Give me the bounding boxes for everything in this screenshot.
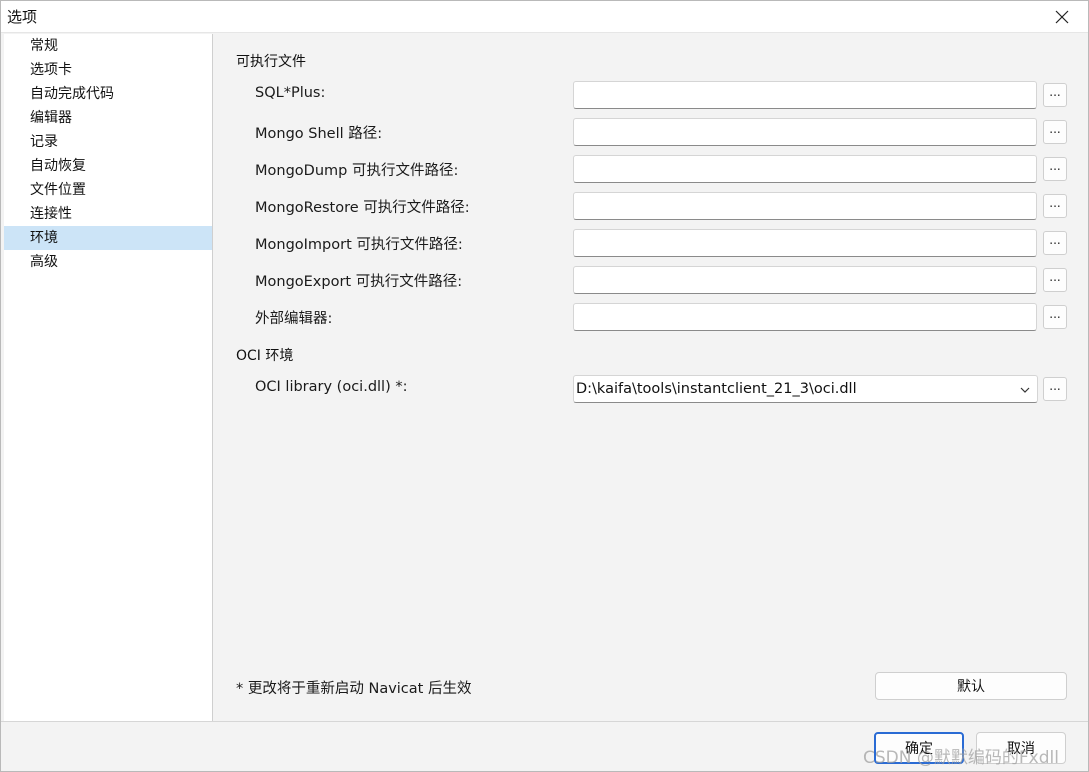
mongo-shell-browse-button[interactable]: ... [1043, 120, 1067, 144]
sqlplus-label: SQL*Plus: [255, 85, 326, 101]
mongoimport-label: MongoImport 可执行文件路径: [255, 237, 463, 253]
mongo-shell-path-input[interactable] [573, 118, 1037, 146]
executables-section-title: 可执行文件 [236, 54, 306, 70]
mongorestore-browse-button[interactable]: ... [1043, 194, 1067, 218]
close-icon [1055, 10, 1069, 24]
mongorestore-row: MongoRestore 可执行文件路径: ... [214, 192, 1088, 220]
restart-note: * 更改将于重新启动 Navicat 后生效 [236, 681, 472, 697]
sqlplus-path-input[interactable] [573, 81, 1037, 109]
mongo-shell-label: Mongo Shell 路径: [255, 126, 383, 142]
nav-item-tabs[interactable]: 选项卡 [4, 58, 212, 82]
oci-library-browse-button[interactable]: ... [1043, 377, 1067, 401]
nav-item-advanced[interactable]: 高级 [4, 250, 212, 274]
cancel-button[interactable]: 取消 [976, 732, 1066, 764]
options-dialog: 选项 常规 选项卡 自动完成代码 编辑器 记录 自动恢复 文件位置 连接性 环境… [0, 0, 1089, 772]
oci-library-row: OCI library (oci.dll) *: D:\kaifa\tools\… [214, 375, 1088, 403]
external-editor-label: 外部编辑器: [255, 311, 333, 327]
mongoimport-row: MongoImport 可执行文件路径: ... [214, 229, 1088, 257]
nav-item-general[interactable]: 常规 [4, 34, 212, 58]
external-editor-browse-button[interactable]: ... [1043, 305, 1067, 329]
nav-item-autorecovery[interactable]: 自动恢复 [4, 154, 212, 178]
external-editor-path-input[interactable] [573, 303, 1037, 331]
nav-item-environment[interactable]: 环境 [4, 226, 212, 250]
mongorestore-label: MongoRestore 可执行文件路径: [255, 200, 470, 216]
mongo-shell-row: Mongo Shell 路径: ... [214, 118, 1088, 146]
sqlplus-row: SQL*Plus: ... [214, 81, 1088, 109]
nav-item-logs[interactable]: 记录 [4, 130, 212, 154]
title-bar: 选项 [1, 1, 1088, 33]
environment-panel: 可执行文件 SQL*Plus: ... Mongo Shell 路径: ... … [214, 34, 1088, 721]
oci-library-value: D:\kaifa\tools\instantclient_21_3\oci.dl… [576, 381, 857, 397]
nav-item-file-location[interactable]: 文件位置 [4, 178, 212, 202]
mongodump-row: MongoDump 可执行文件路径: ... [214, 155, 1088, 183]
nav-item-autocomplete[interactable]: 自动完成代码 [4, 82, 212, 106]
mongoexport-browse-button[interactable]: ... [1043, 268, 1067, 292]
oci-library-select[interactable]: D:\kaifa\tools\instantclient_21_3\oci.dl… [573, 375, 1038, 403]
mongodump-label: MongoDump 可执行文件路径: [255, 163, 459, 179]
external-editor-row: 外部编辑器: ... [214, 303, 1088, 331]
mongoimport-path-input[interactable] [573, 229, 1037, 257]
category-list: 常规 选项卡 自动完成代码 编辑器 记录 自动恢复 文件位置 连接性 环境 高级 [4, 34, 213, 721]
default-button[interactable]: 默认 [875, 672, 1067, 700]
dialog-footer: 确定 取消 [1, 721, 1088, 771]
sqlplus-browse-button[interactable]: ... [1043, 83, 1067, 107]
ok-button[interactable]: 确定 [874, 732, 964, 764]
oci-section-title: OCI 环境 [236, 348, 294, 364]
window-title: 选项 [7, 8, 38, 26]
mongorestore-path-input[interactable] [573, 192, 1037, 220]
mongodump-path-input[interactable] [573, 155, 1037, 183]
mongoexport-label: MongoExport 可执行文件路径: [255, 274, 463, 290]
close-button[interactable] [1050, 5, 1074, 29]
mongoexport-row: MongoExport 可执行文件路径: ... [214, 266, 1088, 294]
mongoexport-path-input[interactable] [573, 266, 1037, 294]
mongodump-browse-button[interactable]: ... [1043, 157, 1067, 181]
nav-item-editor[interactable]: 编辑器 [4, 106, 212, 130]
oci-library-label: OCI library (oci.dll) *: [255, 379, 408, 395]
mongoimport-browse-button[interactable]: ... [1043, 231, 1067, 255]
chevron-down-icon [1020, 387, 1030, 393]
nav-item-connectivity[interactable]: 连接性 [4, 202, 212, 226]
